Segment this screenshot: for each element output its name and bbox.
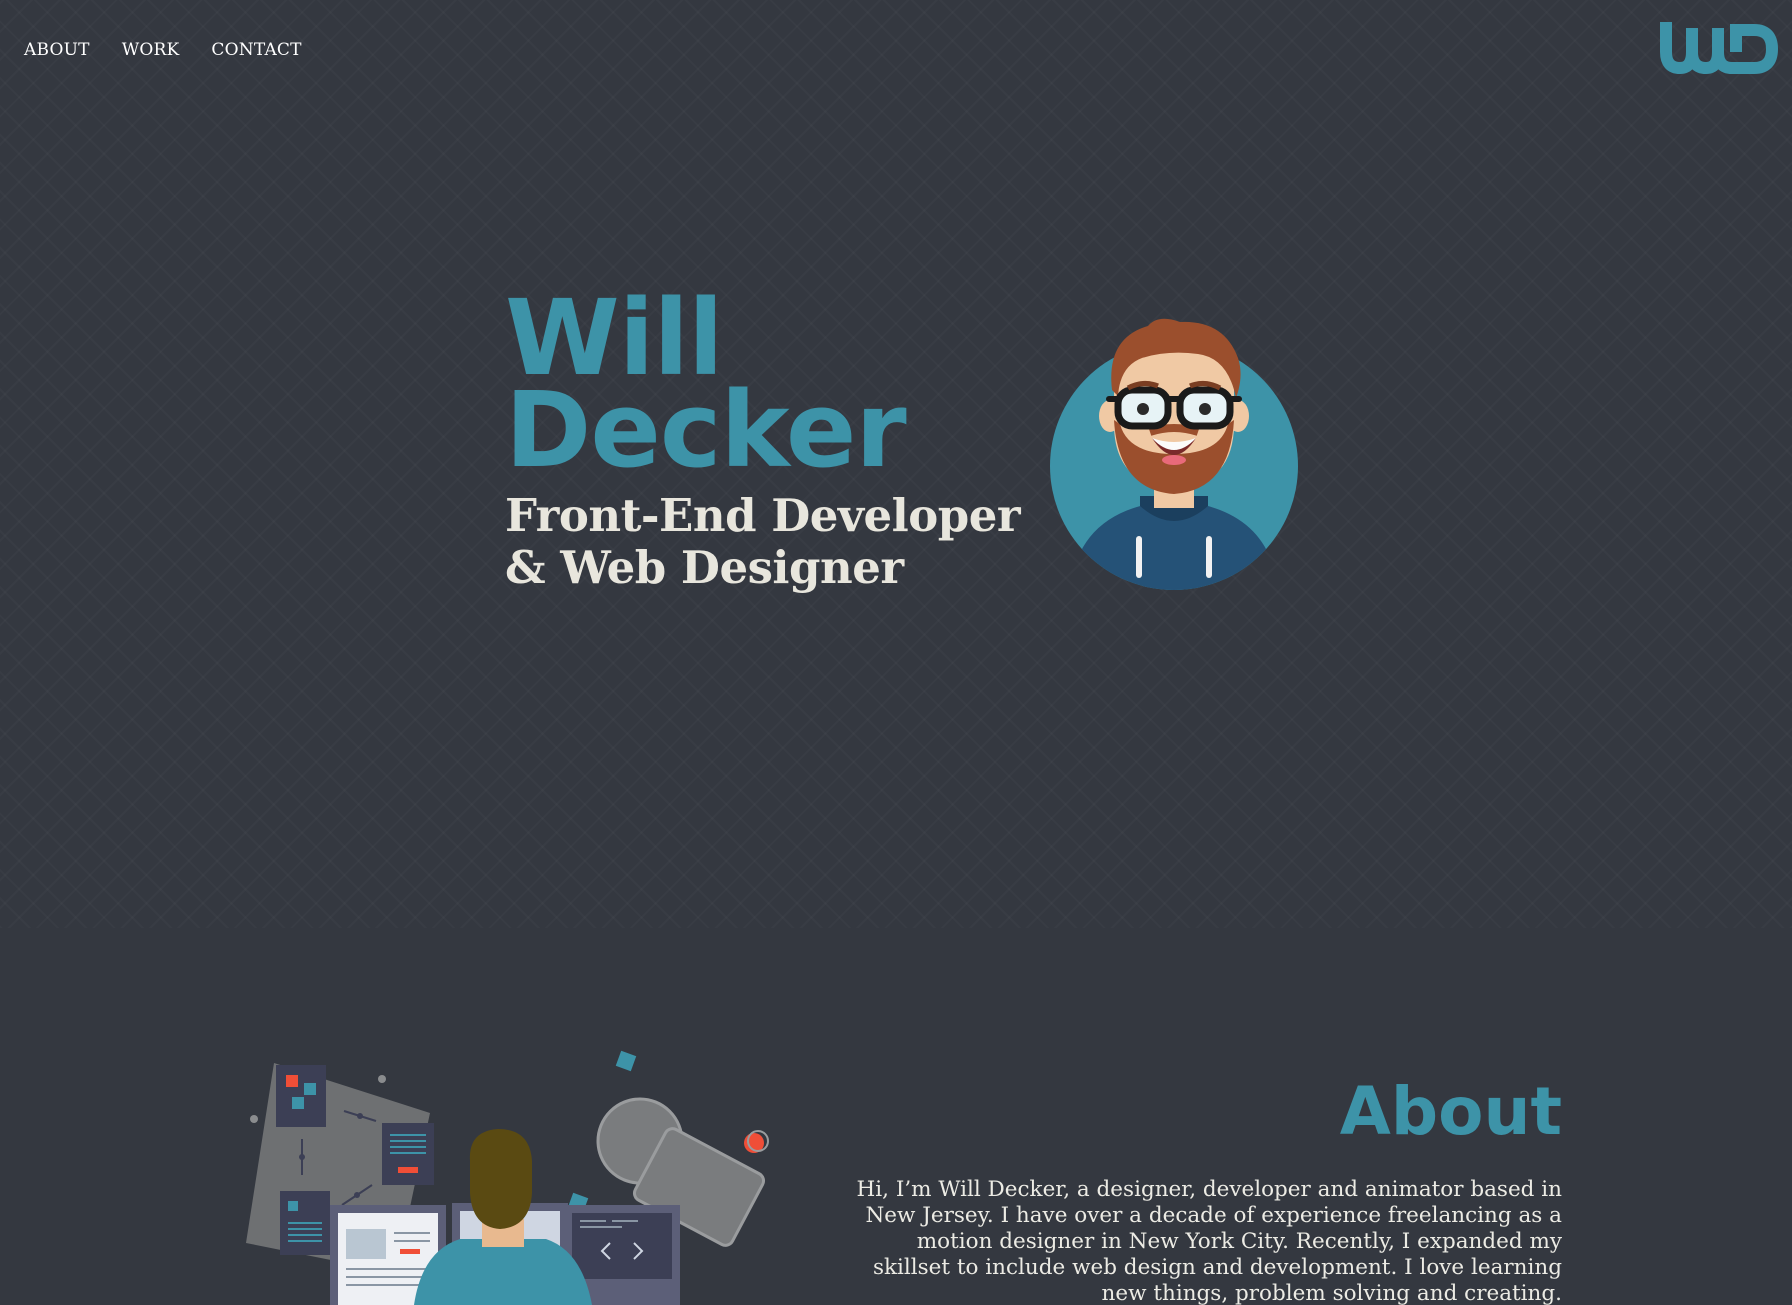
hero-section: ABOUT WORK CONTACT Will Decker Front-End… (0, 0, 1792, 928)
nav-about-link[interactable]: ABOUT (24, 40, 90, 60)
hero-title-block: Will Decker Front-End Developer & Web De… (505, 286, 1021, 594)
nav-work-link[interactable]: WORK (122, 40, 180, 60)
about-body: Hi, I’m Will Decker, a designer, develop… (856, 1177, 1562, 1305)
hero-last-name: Decker (505, 369, 907, 491)
hero-name: Will Decker (505, 286, 1020, 482)
developer-illustration-icon (246, 1050, 769, 1305)
hero-role-line1: Front-End Developer (505, 489, 1021, 542)
wd-logo-icon[interactable] (1658, 22, 1778, 76)
about-heading: About (1339, 1073, 1562, 1150)
nav-contact-link[interactable]: CONTACT (211, 40, 301, 60)
page: ABOUT WORK CONTACT Will Decker Front-End… (0, 0, 1792, 1305)
main-nav: ABOUT WORK CONTACT (24, 40, 302, 60)
hero-role-line2: & Web Designer (505, 541, 904, 594)
avatar-icon (1050, 318, 1298, 590)
hero-role: Front-End Developer & Web Designer (505, 489, 1021, 594)
